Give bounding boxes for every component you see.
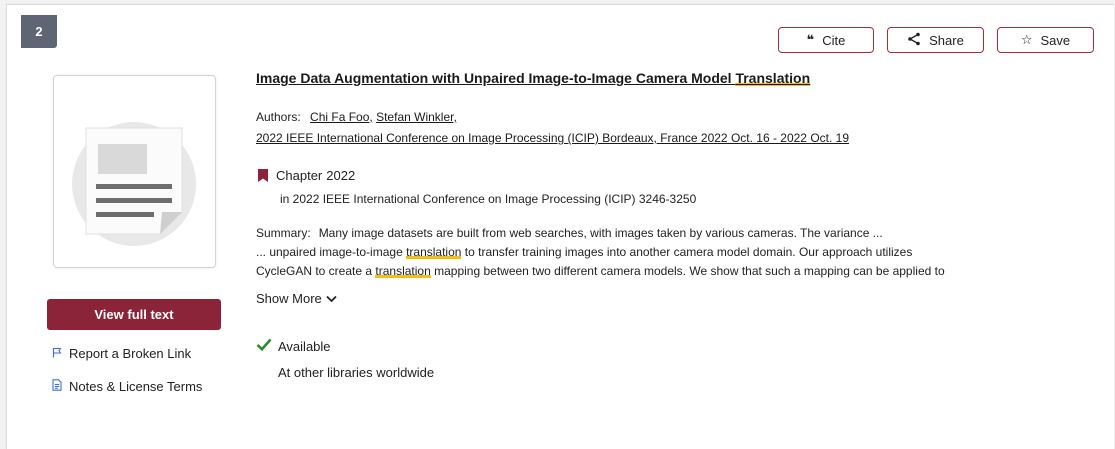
- notes-license-terms-label: Notes & License Terms: [69, 379, 203, 394]
- show-more-label: Show More: [256, 291, 322, 306]
- checkmark-icon: [256, 338, 272, 354]
- source-info: in 2022 IEEE International Conference on…: [280, 192, 697, 206]
- availability-detail: At other libraries worldwide: [278, 365, 435, 380]
- title-highlight: Translation: [735, 70, 811, 86]
- document-placeholder-icon: [72, 122, 196, 246]
- cite-label: Cite: [822, 32, 846, 48]
- document-thumbnail[interactable]: [53, 75, 216, 268]
- star-icon: ☆: [1020, 32, 1033, 48]
- summary-label: Summary:: [256, 226, 311, 240]
- notes-license-terms-link[interactable]: Notes & License Terms: [51, 379, 202, 394]
- flag-icon: [51, 347, 63, 361]
- conference-link[interactable]: 2022 IEEE International Conference on Im…: [256, 131, 849, 145]
- save-label: Save: [1040, 32, 1071, 48]
- quote-icon: ❝: [806, 32, 815, 48]
- authors-label: Authors:: [256, 110, 301, 124]
- title-text: Image Data Augmentation with Unpaired Im…: [256, 70, 736, 86]
- report-broken-link[interactable]: Report a Broken Link: [51, 346, 191, 361]
- availability-label: Available: [278, 338, 331, 354]
- result-card: 2 View full text Report a Broken Link No…: [6, 4, 1114, 449]
- summary-text: mapping between two different camera mod…: [430, 264, 945, 278]
- show-more-button[interactable]: Show More: [256, 291, 337, 306]
- result-index-badge: 2: [21, 15, 57, 48]
- share-label: Share: [929, 32, 964, 48]
- bookmark-icon: [258, 169, 268, 182]
- save-button[interactable]: ☆ Save: [997, 27, 1094, 53]
- summary-highlight: translation: [375, 264, 431, 278]
- summary-text: Many image datasets are built from web s…: [318, 226, 883, 240]
- summary-text: to transfer training images into another…: [461, 245, 913, 259]
- author-link[interactable]: Chi Fa Foo,: [310, 110, 373, 124]
- summary-highlight: translation: [406, 245, 462, 259]
- cite-button[interactable]: ❝ Cite: [778, 27, 874, 53]
- view-full-text-button[interactable]: View full text: [47, 299, 221, 330]
- format-row: Chapter 2022: [258, 168, 355, 183]
- share-button[interactable]: Share: [887, 27, 984, 53]
- summary-text: CycleGAN to create a: [256, 264, 376, 278]
- chevron-down-icon: [326, 291, 337, 306]
- result-title-link[interactable]: Image Data Augmentation with Unpaired Im…: [256, 70, 810, 86]
- authors-row: Authors: Chi Fa Foo, Stefan Winkler,: [256, 110, 457, 124]
- format-year: 2022: [326, 168, 356, 183]
- summary: Summary: Many image datasets are built fr…: [256, 224, 1106, 281]
- summary-text: ... unpaired image-to-image: [256, 245, 407, 259]
- result-actions: ❝ Cite Share ☆ Save: [778, 27, 1094, 53]
- share-icon: [907, 32, 921, 49]
- availability-status: Available: [256, 338, 331, 354]
- format-type: Chapter: [276, 168, 323, 183]
- author-link[interactable]: Stefan Winkler,: [376, 110, 457, 124]
- document-icon: [51, 379, 63, 394]
- report-broken-link-label: Report a Broken Link: [69, 346, 192, 361]
